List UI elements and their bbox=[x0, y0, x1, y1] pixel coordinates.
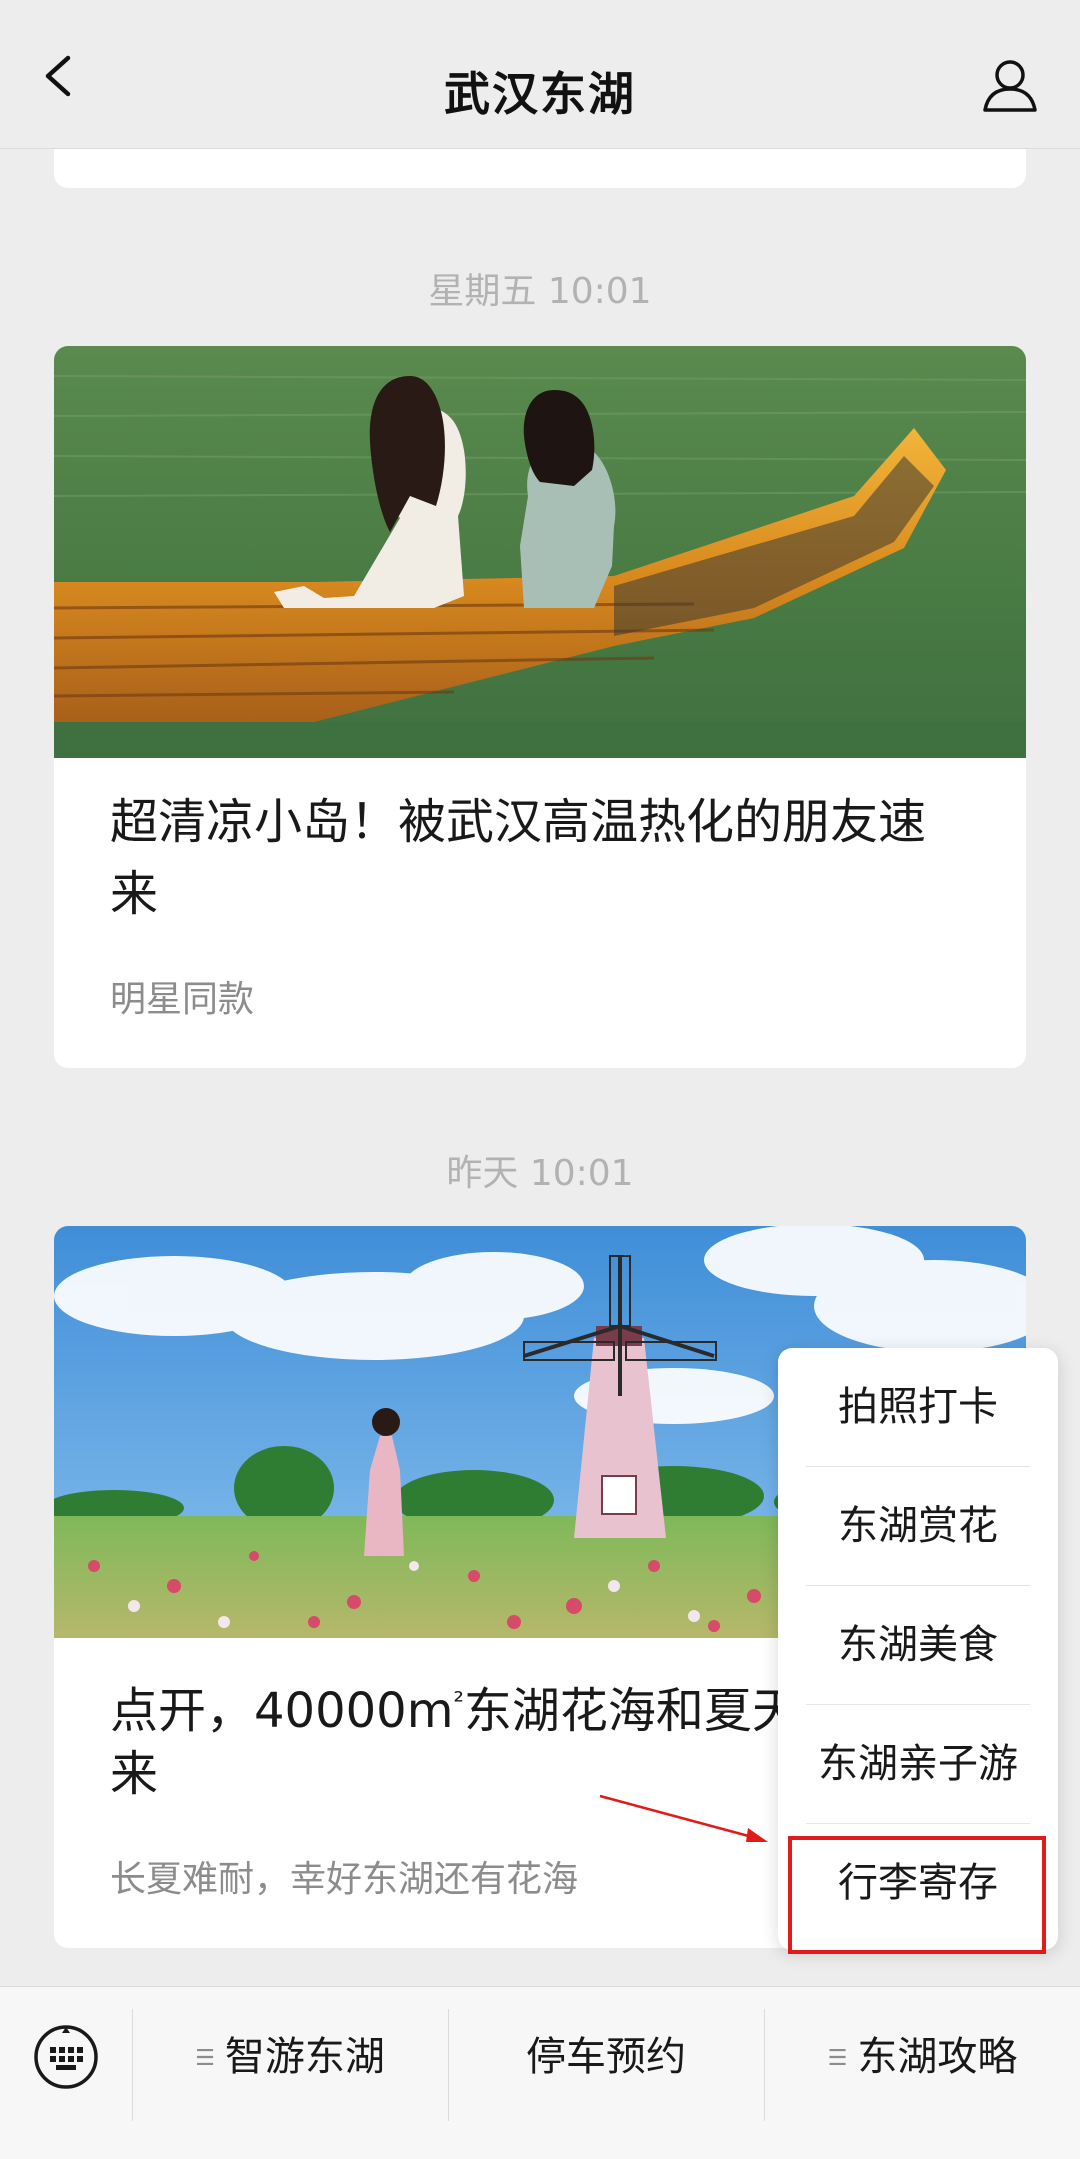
bottom-menu-smart-tour[interactable]: ☰ 智游东湖 bbox=[133, 1987, 447, 2127]
menu-item-food[interactable]: 东湖美食 bbox=[778, 1586, 1058, 1704]
bottom-menu-bar: ☰ 智游东湖 停车预约 ☰ 东湖攻略 bbox=[0, 1986, 1080, 2159]
page-title: 武汉东湖 bbox=[444, 67, 636, 121]
bottom-menu-guide[interactable]: ☰ 东湖攻略 bbox=[765, 1987, 1080, 2127]
user-icon[interactable] bbox=[980, 56, 1040, 116]
annotation-arrow bbox=[599, 1794, 768, 1842]
submenu-icon: ☰ bbox=[827, 2046, 848, 2071]
menu-item-flowers[interactable]: 东湖赏花 bbox=[778, 1467, 1058, 1585]
article-card[interactable]: 超清凉小岛！被武汉高温热化的朋友速来 明星同款 bbox=[54, 346, 1026, 1068]
article-digest: 明星同款 bbox=[110, 979, 255, 1020]
top-nav-bar: 武汉东湖 bbox=[0, 0, 1080, 149]
article-cover-image bbox=[54, 346, 1026, 758]
highlight-box bbox=[788, 1836, 1046, 1954]
bottom-menu-parking[interactable]: 停车预约 bbox=[449, 1987, 763, 2127]
menu-item-family-tour[interactable]: 东湖亲子游 bbox=[778, 1705, 1058, 1823]
article-digest: 长夏难耐，幸好东湖还有花海 bbox=[110, 1859, 579, 1900]
message-timestamp: 昨天 10:01 bbox=[446, 1153, 634, 1194]
article-title: 超清凉小岛！被武汉高温热化的朋友速来 bbox=[110, 794, 927, 922]
bottom-menu-label: 东湖攻略 bbox=[857, 2034, 1018, 2080]
message-timestamp: 星期五 10:01 bbox=[428, 271, 652, 312]
bottom-menu-label: 智游东湖 bbox=[224, 2034, 385, 2080]
bottom-menu-label: 停车预约 bbox=[526, 2034, 686, 2080]
menu-item-photo-checkin[interactable]: 拍照打卡 bbox=[778, 1348, 1058, 1466]
submenu-icon: ☰ bbox=[195, 2046, 215, 2071]
keyboard-icon[interactable] bbox=[32, 2023, 100, 2091]
